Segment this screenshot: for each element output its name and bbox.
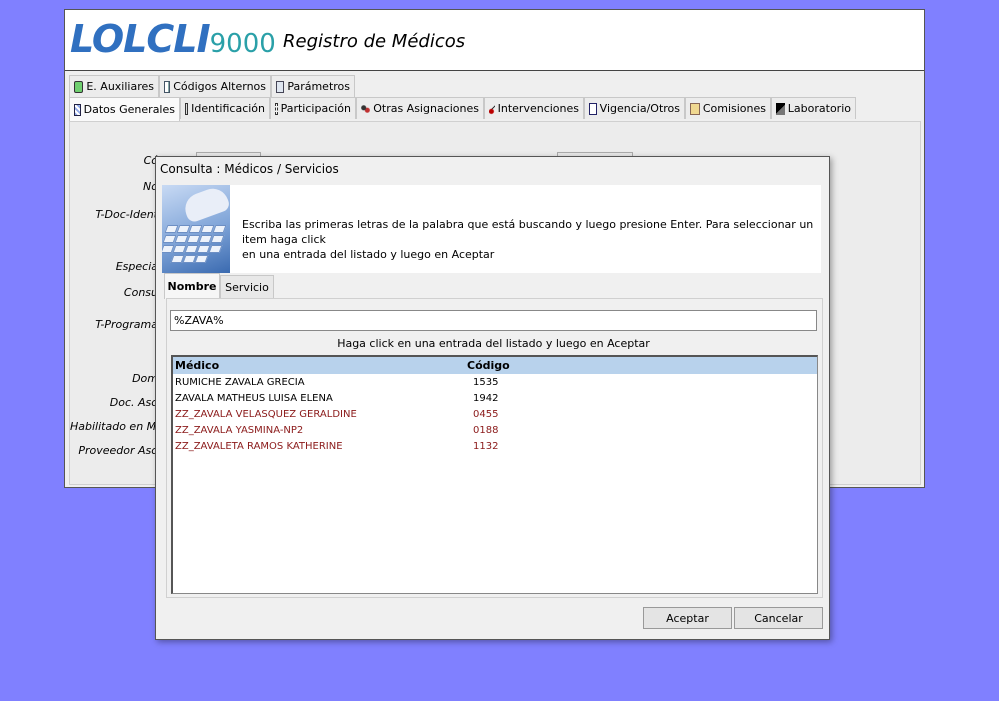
instructions-text: Escriba las primeras letras de la palabr… (242, 218, 814, 261)
list-item[interactable]: ZZ_ZAVALA YASMINA-NP2 0188 (173, 423, 817, 439)
tab-datos-generales[interactable]: Datos Generales (69, 97, 180, 121)
instructions-banner: Escriba las primeras letras de la palabr… (162, 185, 821, 273)
tab-row-1: E. Auxiliares Códigos Alternos Parámetro… (69, 75, 355, 99)
table-icon (164, 80, 171, 93)
form-label: Dom (132, 372, 158, 385)
tab-row-2: Datos Generales Identificación Participa… (69, 97, 856, 121)
tab-intervenciones[interactable]: Intervenciones (484, 97, 584, 119)
consulta-dialog: Consulta : Médicos / Servicios Escriba l… (155, 156, 830, 640)
lab-icon (776, 102, 785, 115)
column-header-codigo[interactable]: Código (467, 357, 510, 374)
column-header-medico[interactable]: Médico (175, 357, 219, 374)
form-label: T-Doc-Ident (95, 208, 158, 221)
tab-servicio[interactable]: Servicio (220, 275, 274, 299)
tab-e-auxiliares[interactable]: E. Auxiliares (69, 75, 159, 97)
list-header: Médico Código (173, 357, 817, 374)
list-item[interactable]: ZZ_ZAVALA VELASQUEZ GERALDINE 0455 (173, 407, 817, 423)
parameters-icon (276, 80, 285, 93)
checklist-icon (589, 102, 597, 115)
app-logo: LOLCLI9000 (70, 17, 276, 61)
form-label: Habilitado en Mó (70, 420, 158, 433)
keyboard-hand-icon (162, 185, 230, 273)
participation-icon (275, 102, 278, 115)
form-label: No (143, 180, 158, 193)
people-icon (361, 102, 371, 115)
form-label: Consu (123, 286, 158, 299)
list-hint: Haga click en una entrada del listado y … (337, 337, 650, 350)
tab-vigencia-otros[interactable]: Vigencia/Otros (584, 97, 685, 119)
list-item[interactable]: RUMICHE ZAVALA GRECIA 1535 (173, 375, 817, 391)
form-label: Proveedor Aso (78, 444, 158, 457)
form-label: T-Programa (95, 318, 158, 331)
tab-otras-asignaciones[interactable]: Otras Asignaciones (356, 97, 484, 119)
green-shield-icon (74, 80, 84, 93)
list-item[interactable]: ZZ_ZAVALETA RAMOS KATHERINE 1132 (173, 439, 817, 455)
cancel-button[interactable]: Cancelar (734, 607, 823, 629)
tab-laboratorio[interactable]: Laboratorio (771, 97, 856, 119)
tab-parametros[interactable]: Parámetros (271, 75, 355, 97)
scissors-icon (489, 102, 495, 115)
tab-comisiones[interactable]: Comisiones (685, 97, 771, 119)
form-label: Doc. Aso (109, 396, 158, 409)
coins-icon (690, 102, 700, 115)
form-label: Especia (115, 260, 158, 273)
tab-nombre[interactable]: Nombre (164, 273, 220, 299)
list-item[interactable]: ZAVALA MATHEUS LUISA ELENA 1942 (173, 391, 817, 407)
accept-button[interactable]: Aceptar (643, 607, 732, 629)
general-data-icon (74, 103, 81, 116)
tab-participacion[interactable]: Participación (270, 97, 356, 119)
search-input[interactable] (170, 310, 817, 331)
form-label: Có (143, 154, 158, 167)
tab-codigos-alternos[interactable]: Códigos Alternos (159, 75, 271, 97)
results-list[interactable]: Médico Código RUMICHE ZAVALA GRECIA 1535… (171, 355, 818, 594)
app-title: Registro de Médicos (283, 31, 466, 52)
id-card-icon (185, 102, 189, 115)
dialog-title: Consulta : Médicos / Servicios (160, 162, 339, 176)
app-header: LOLCLI9000 Registro de Médicos (65, 10, 924, 71)
tab-identificacion[interactable]: Identificación (180, 97, 270, 119)
